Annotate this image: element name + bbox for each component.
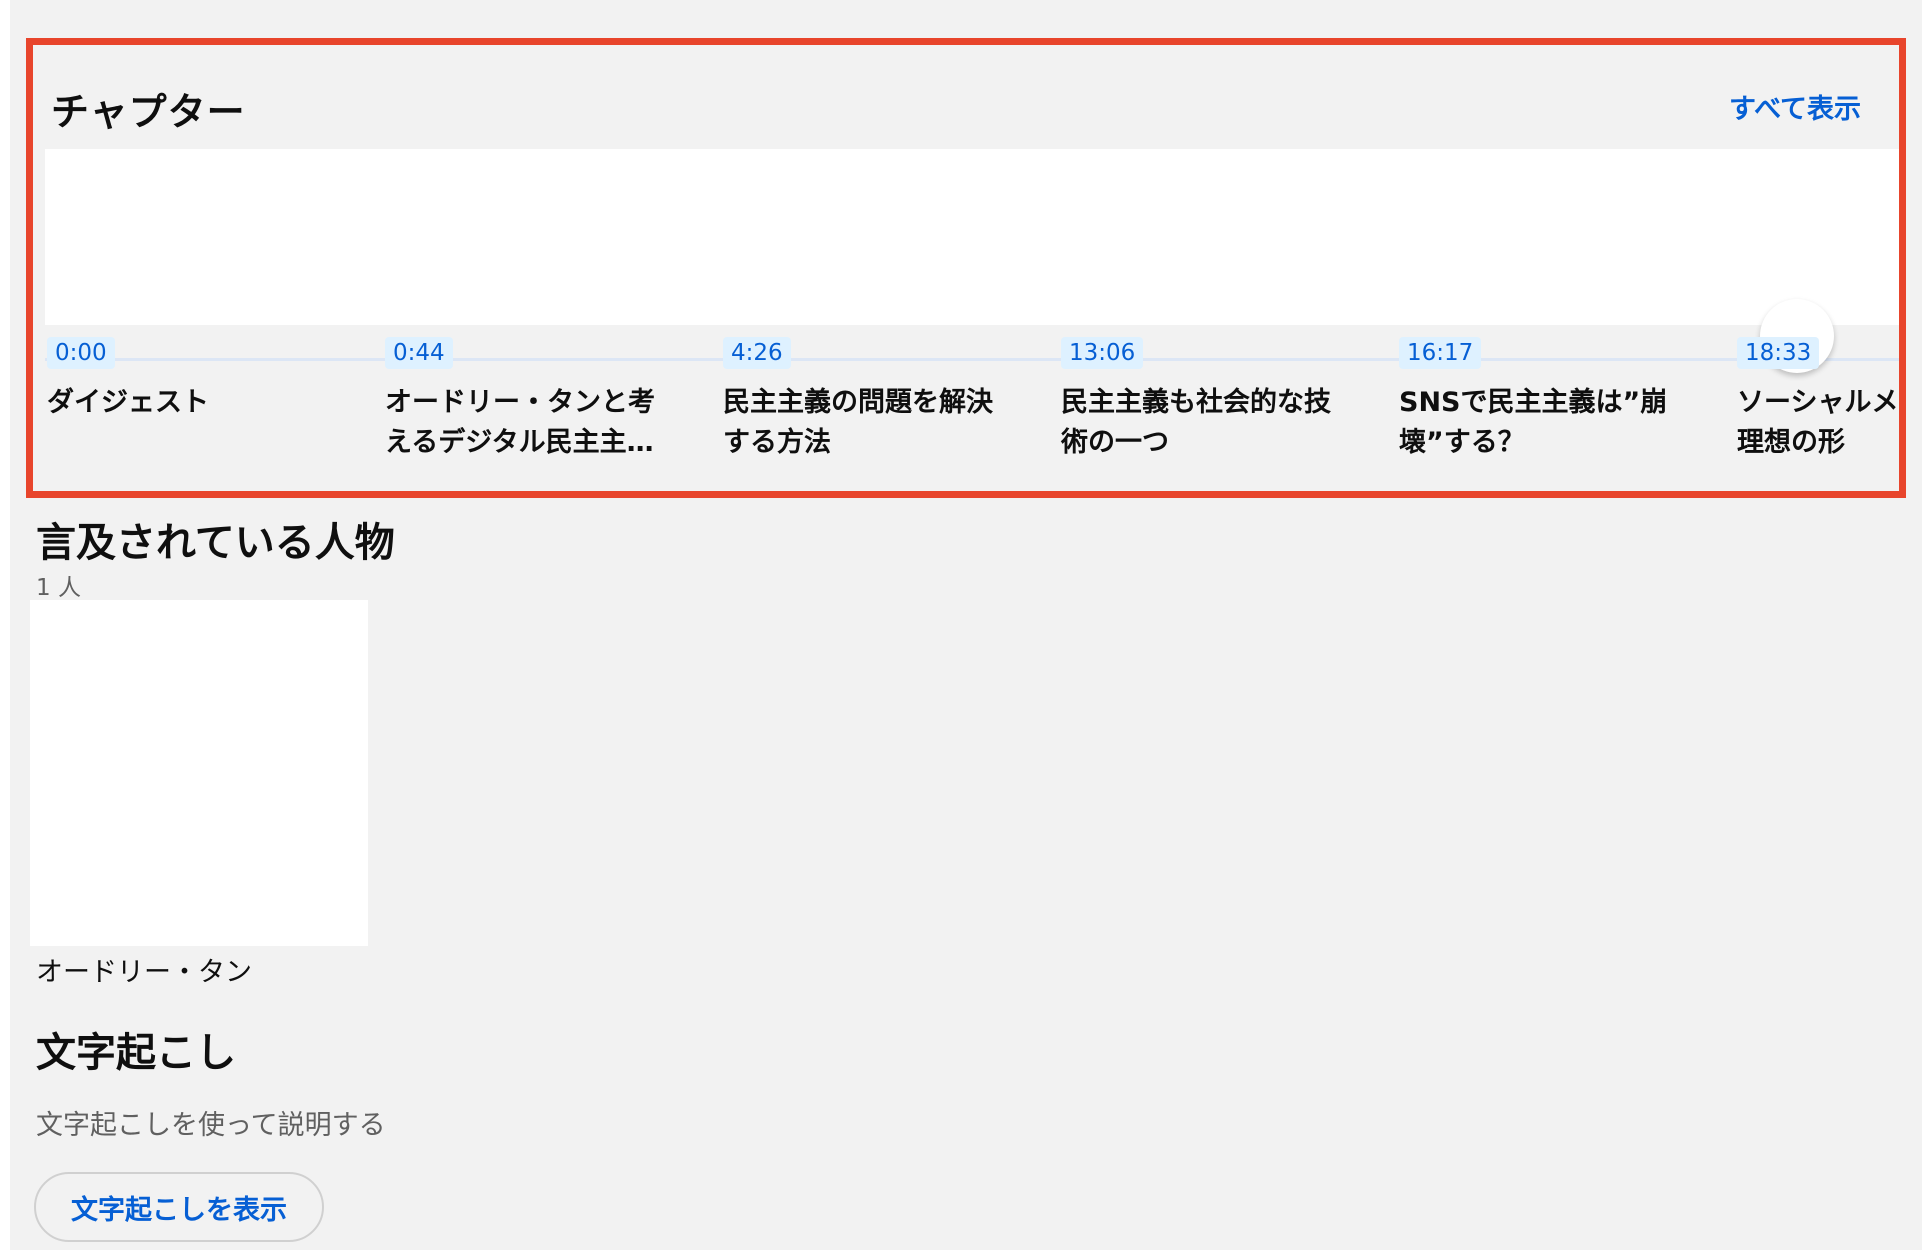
chapter-timestamp[interactable]: 18:33 xyxy=(1737,337,1820,369)
chapter-title: SNSで民主主義は”崩 壊”する？ xyxy=(1399,387,1668,458)
show-transcript-button[interactable]: 文字起こしを表示 xyxy=(34,1172,324,1242)
chapter-title: ダイジェスト xyxy=(47,387,209,418)
chapter-title: 民主主義の問題を解決 する方法 xyxy=(723,387,993,458)
chapter-timestamp[interactable]: 0:44 xyxy=(385,337,453,369)
person-image[interactable] xyxy=(30,600,368,946)
chapter-timestamp[interactable]: 4:26 xyxy=(723,337,791,369)
chapters-title: チャプター xyxy=(51,90,246,134)
chapter-timestamp[interactable]: 13:06 xyxy=(1061,337,1144,369)
person-name[interactable]: オードリー・タン xyxy=(36,950,252,989)
chapter-item[interactable]: 0:44 オードリー・タンと考 えるデジタル民主主… xyxy=(385,337,685,463)
transcript-section-title: 文字起こし xyxy=(36,1030,236,1076)
chapter-title: オードリー・タンと考 えるデジタル民主主… xyxy=(385,387,655,458)
chapter-item[interactable]: 16:17 SNSで民主主義は”崩 壊”する？ xyxy=(1399,337,1699,463)
people-count: 1 人 xyxy=(36,575,81,601)
people-section-title: 言及されている人物 xyxy=(36,520,395,566)
chapter-thumbnail-strip xyxy=(45,149,1899,325)
page: チャプター すべて表示 0:00 ダイジェスト 0:44 オードリー・タンと考 … xyxy=(10,0,1922,1250)
show-all-link[interactable]: すべて表示 xyxy=(1729,87,1861,126)
chapter-timestamp[interactable]: 0:00 xyxy=(47,337,115,369)
chapter-title: ソーシャルメ 理想の形 xyxy=(1737,387,1899,458)
chapter-item[interactable]: 0:00 ダイジェスト xyxy=(47,337,347,423)
chapter-item[interactable]: 13:06 民主主義も社会的な技 術の一つ xyxy=(1061,337,1361,463)
transcript-description: 文字起こしを使って説明する xyxy=(36,1110,386,1141)
chapter-item[interactable]: 4:26 民主主義の問題を解決 する方法 xyxy=(723,337,1023,463)
chapter-timestamp[interactable]: 16:17 xyxy=(1399,337,1482,369)
chapters-section: チャプター すべて表示 0:00 ダイジェスト 0:44 オードリー・タンと考 … xyxy=(26,38,1906,498)
chapter-item[interactable]: 18:33 ソーシャルメ 理想の形 xyxy=(1737,337,1899,463)
chapter-title: 民主主義も社会的な技 術の一つ xyxy=(1061,387,1331,458)
